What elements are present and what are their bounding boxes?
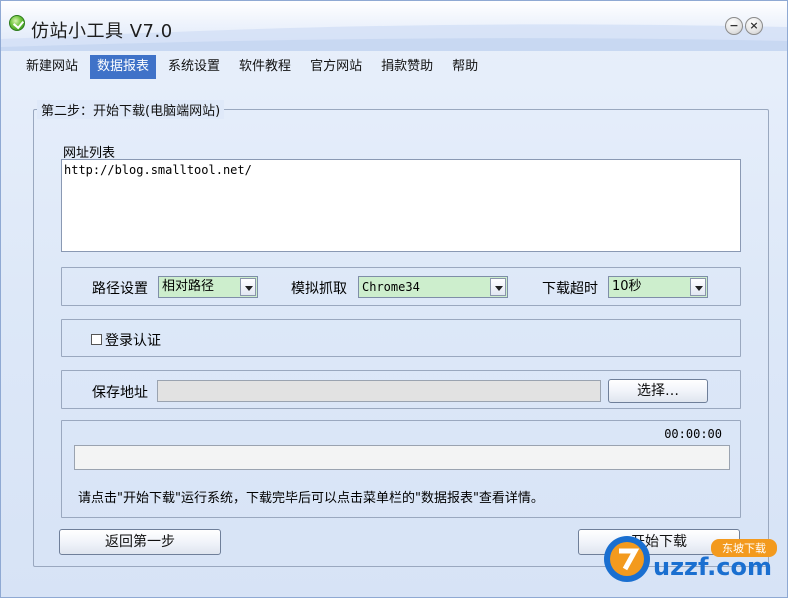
choose-folder-button[interactable]: 选择…: [608, 379, 708, 403]
step-two-legend: 第二步：开始下载(电脑端网站): [37, 100, 225, 119]
login-panel: 登录认证: [61, 319, 741, 357]
app-check-icon: [9, 15, 25, 31]
options-panel: 路径设置 相对路径 模拟抓取 Chrome34 下载超时 10秒: [61, 267, 741, 306]
close-button[interactable]: ×: [745, 17, 763, 35]
menu-item-tutorial[interactable]: 软件教程: [232, 55, 298, 79]
minimize-button[interactable]: −: [725, 17, 743, 35]
main-content: 第二步：开始下载(电脑端网站) 网址列表 http://blog.smallto…: [19, 83, 788, 593]
crawl-mode-select[interactable]: Chrome34: [358, 276, 508, 298]
path-setting-value: 相对路径: [162, 279, 215, 294]
menu-item-new-site[interactable]: 新建网站: [19, 55, 85, 79]
chevron-down-icon[interactable]: [490, 278, 506, 296]
progress-panel: 00:00:00 请点击"开始下载"运行系统，下载完毕后可以点击菜单栏的"数据报…: [61, 420, 741, 518]
path-setting-select[interactable]: 相对路径: [158, 276, 258, 298]
download-progress-bar: [74, 445, 730, 470]
save-path-panel: 保存地址 选择…: [61, 370, 741, 409]
login-auth-checkbox[interactable]: [91, 334, 102, 345]
chevron-down-icon[interactable]: [240, 278, 256, 296]
login-auth-label: 登录认证: [105, 333, 161, 349]
uzzf-watermark-logo: 东坡下载 uzzf.com: [604, 536, 777, 582]
back-to-step-one-button[interactable]: 返回第一步: [59, 529, 221, 555]
save-path-label: 保存地址: [92, 385, 148, 401]
save-path-input[interactable]: [157, 380, 601, 402]
menu-item-help[interactable]: 帮助: [445, 55, 485, 79]
url-list-textarea[interactable]: http://blog.smalltool.net/: [61, 159, 741, 252]
timeout-label: 下载超时: [542, 281, 598, 297]
timeout-select[interactable]: 10秒: [608, 276, 708, 298]
window-title: 仿站小工具 V7.0: [31, 21, 173, 42]
chevron-down-icon[interactable]: [690, 278, 706, 296]
menu-item-data-report[interactable]: 数据报表: [90, 55, 157, 79]
menu-item-system-settings[interactable]: 系统设置: [161, 55, 227, 79]
crawl-mode-value: Chrome34: [362, 280, 420, 294]
menu-bar: 新建网站 数据报表 系统设置 软件教程 官方网站 捐款赞助 帮助: [19, 55, 490, 79]
menu-item-official-site[interactable]: 官方网站: [303, 55, 369, 79]
hint-text: 请点击"开始下载"运行系统，下载完毕后可以点击菜单栏的"数据报表"查看详情。: [78, 491, 544, 506]
app-window: 仿站小工具 V7.0 − × 新建网站 数据报表 系统设置 软件教程 官方网站 …: [0, 0, 788, 598]
watermark-brand-text: uzzf.com: [653, 553, 772, 581]
title-bar[interactable]: 仿站小工具 V7.0 − ×: [1, 1, 787, 51]
path-setting-label: 路径设置: [92, 281, 148, 297]
menu-item-donate[interactable]: 捐款赞助: [374, 55, 440, 79]
timeout-value: 10秒: [612, 279, 642, 294]
crawl-mode-label: 模拟抓取: [291, 281, 347, 297]
elapsed-time: 00:00:00: [664, 427, 722, 441]
